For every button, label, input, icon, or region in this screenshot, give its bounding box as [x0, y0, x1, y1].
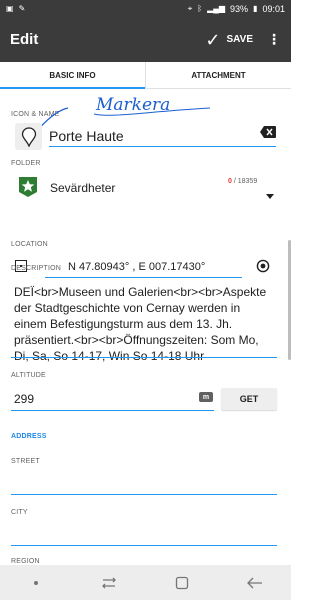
altitude-label: ALTITUDE [11, 372, 46, 379]
folder-count-total: / 18359 [233, 178, 258, 185]
map-pin-icon [21, 126, 36, 147]
check-icon: ✓ [205, 29, 221, 50]
status-bar: ▣ ✎ ⌖ ᛒ ▂▄▆ 93% ▮ 09:01 [0, 0, 291, 17]
save-label: SAVE [226, 34, 254, 45]
folder-label: FOLDER [11, 160, 41, 167]
folder-count: 0 / 18359 [228, 178, 257, 185]
handwritten-annotation: Markera [93, 95, 211, 116]
back-icon[interactable] [240, 573, 270, 593]
image-icon: ▣ [6, 3, 14, 13]
status-left-icons: ▣ ✎ [6, 3, 26, 13]
city-label: CITY [11, 509, 28, 516]
description-input[interactable]: DEÏ<br>Museen und Galerien<br><br>Aspekt… [14, 284, 276, 364]
address-header: ADDRESS [11, 433, 47, 440]
bluetooth-icon: ᛒ [197, 3, 203, 13]
get-altitude-button[interactable]: GET [221, 388, 277, 410]
more-vert-icon[interactable]: ⋮ [267, 31, 281, 48]
locate-target-icon[interactable] [256, 259, 270, 273]
recents-icon[interactable] [94, 573, 124, 593]
battery-percent: 93% [230, 3, 249, 14]
icon-picker[interactable] [15, 123, 42, 150]
dot-icon[interactable] [21, 573, 51, 593]
home-shape [175, 576, 189, 589]
scrollbar[interactable] [288, 240, 291, 360]
tab-attachment[interactable]: ATTACHMENT [145, 62, 291, 88]
status-time: 09:01 [262, 3, 285, 14]
altitude-input[interactable]: 299 [14, 392, 34, 406]
altitude-unit-badge: m [199, 392, 213, 402]
sync-icon: ✎ [18, 3, 26, 13]
street-input[interactable] [11, 494, 277, 495]
dot-shape [34, 580, 39, 585]
system-nav-bar [0, 565, 291, 600]
save-button[interactable]: ✓ SAVE [205, 31, 253, 49]
location-icon: ⌖ [187, 3, 193, 13]
location-input[interactable]: N 47.80943° , E 007.17430° [68, 261, 205, 273]
folder-select[interactable]: Sevärdheter [50, 181, 115, 195]
altitude-underline [11, 410, 214, 411]
region-label: REGION [11, 558, 40, 565]
chevron-down-icon[interactable] [266, 194, 274, 199]
city-input[interactable] [11, 545, 277, 546]
location-label: LOCATION [11, 241, 48, 248]
tab-bar: BASIC INFO ATTACHMENT [0, 62, 291, 89]
street-label: STREET [11, 458, 40, 465]
app-bar: Edit ✓ SAVE ⋮ [0, 17, 291, 62]
name-underline [49, 146, 276, 147]
page-title: Edit [10, 31, 39, 48]
folder-count-current: 0 [228, 178, 232, 185]
signal-icon: ▂▄▆ [207, 3, 226, 13]
clear-backspace-icon[interactable] [260, 126, 276, 138]
recents-shape [102, 577, 117, 588]
description-label: DESCRIPTION [11, 265, 62, 272]
back-shape [246, 577, 262, 588]
tab-basic-info[interactable]: BASIC INFO [0, 62, 145, 89]
status-right-icons: ⌖ ᛒ ▂▄▆ 93% ▮ 09:01 [188, 4, 285, 14]
star-folder-icon [19, 177, 37, 197]
description-underline [11, 357, 277, 358]
location-underline [45, 277, 242, 278]
battery-icon: ▮ [253, 3, 258, 13]
name-input[interactable]: Porte Haute [49, 128, 124, 144]
home-icon[interactable] [167, 573, 197, 593]
